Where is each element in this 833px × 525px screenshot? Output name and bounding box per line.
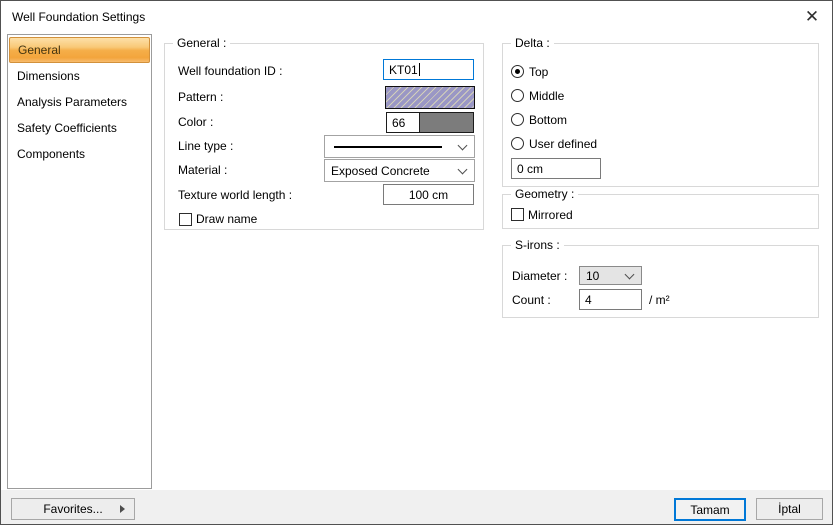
material-dropdown[interactable]: Exposed Concrete bbox=[324, 159, 475, 182]
geometry-group-legend: Geometry : bbox=[511, 187, 579, 201]
delta-bottom-label: Bottom bbox=[529, 113, 568, 127]
material-label: Material : bbox=[178, 163, 228, 177]
s-irons-group-legend: S-irons : bbox=[511, 238, 564, 252]
texture-world-length-label: Texture world length : bbox=[178, 188, 293, 202]
delta-top-radio[interactable] bbox=[511, 65, 524, 78]
delta-middle-label: Middle bbox=[529, 89, 565, 103]
geometry-group: Geometry : Mirrored bbox=[502, 187, 819, 229]
expand-right-icon bbox=[120, 505, 125, 513]
sidebar-item-label: Dimensions bbox=[17, 69, 80, 83]
count-value: 4 bbox=[585, 292, 592, 307]
well-foundation-id-label: Well foundation ID : bbox=[178, 64, 283, 78]
count-unit-label: / m² bbox=[649, 293, 670, 307]
sidebar-item-analysis-parameters[interactable]: Analysis Parameters bbox=[9, 89, 150, 115]
general-group: General : Well foundation ID : KT01 Patt… bbox=[164, 36, 484, 230]
mirrored-label: Mirrored bbox=[528, 208, 573, 222]
title-bar: Well Foundation Settings ✕ bbox=[1, 1, 832, 33]
dialog-title: Well Foundation Settings bbox=[12, 10, 146, 24]
sidebar-item-label: Components bbox=[17, 147, 86, 161]
color-swatch[interactable] bbox=[420, 113, 473, 132]
chevron-down-icon bbox=[624, 269, 635, 279]
diameter-dropdown[interactable]: 10 bbox=[579, 266, 642, 285]
count-label: Count : bbox=[512, 293, 551, 307]
line-type-label: Line type : bbox=[178, 139, 234, 153]
mirrored-checkbox[interactable] bbox=[511, 208, 524, 221]
well-foundation-id-value: KT01 bbox=[389, 62, 418, 77]
sidebar-item-general[interactable]: General bbox=[9, 37, 150, 63]
sidebar-item-label: Analysis Parameters bbox=[17, 95, 128, 109]
favorites-button-label: Favorites... bbox=[43, 502, 103, 516]
cancel-button[interactable]: İptal bbox=[756, 498, 823, 520]
texture-world-length-input[interactable]: 100 cm bbox=[383, 184, 474, 205]
category-sidebar: General Dimensions Analysis Parameters S… bbox=[7, 34, 152, 489]
draw-name-label: Draw name bbox=[196, 212, 258, 226]
sidebar-item-safety-coefficients[interactable]: Safety Coefficients bbox=[9, 115, 150, 141]
draw-name-checkbox[interactable] bbox=[179, 213, 192, 226]
close-icon[interactable]: ✕ bbox=[796, 3, 828, 31]
delta-middle-radio[interactable] bbox=[511, 89, 524, 102]
chevron-down-icon bbox=[457, 140, 468, 150]
delta-value: 0 cm bbox=[517, 161, 544, 176]
pattern-label: Pattern : bbox=[178, 90, 224, 104]
ok-button-label: Tamam bbox=[690, 502, 730, 517]
texture-world-length-value: 100 cm bbox=[408, 187, 449, 202]
sidebar-item-components[interactable]: Components bbox=[9, 141, 150, 167]
pattern-swatch[interactable] bbox=[385, 86, 475, 109]
footer-bar: Favorites... Tamam İptal bbox=[1, 490, 832, 524]
delta-group-legend: Delta : bbox=[511, 36, 554, 50]
diameter-value: 10 bbox=[586, 268, 600, 283]
delta-value-input[interactable]: 0 cm bbox=[511, 158, 601, 179]
s-irons-group: S-irons : Diameter : 10 Count : 4 / m² bbox=[502, 238, 819, 318]
sidebar-item-label: Safety Coefficients bbox=[17, 121, 117, 135]
well-foundation-id-input[interactable]: KT01 bbox=[383, 59, 474, 80]
delta-group: Delta : Top Middle Bottom User defined 0… bbox=[502, 36, 819, 187]
text-caret bbox=[418, 63, 420, 76]
color-number-value[interactable]: 66 bbox=[387, 113, 420, 132]
line-type-dropdown[interactable] bbox=[324, 135, 475, 158]
well-foundation-settings-dialog: Well Foundation Settings ✕ General Dimen… bbox=[0, 0, 833, 525]
material-value: Exposed Concrete bbox=[331, 163, 430, 178]
delta-user-defined-radio[interactable] bbox=[511, 137, 524, 150]
delta-top-label: Top bbox=[529, 65, 549, 79]
diameter-label: Diameter : bbox=[512, 269, 568, 283]
delta-bottom-radio[interactable] bbox=[511, 113, 524, 126]
favorites-button[interactable]: Favorites... bbox=[11, 498, 135, 520]
sidebar-item-label: General bbox=[18, 43, 61, 57]
sidebar-item-dimensions[interactable]: Dimensions bbox=[9, 63, 150, 89]
cancel-button-label: İptal bbox=[778, 502, 801, 516]
count-input[interactable]: 4 bbox=[579, 289, 642, 310]
color-label: Color : bbox=[178, 115, 214, 129]
solid-line-sample bbox=[334, 145, 442, 148]
chevron-down-icon bbox=[457, 164, 468, 174]
color-picker[interactable]: 66 bbox=[386, 112, 474, 133]
delta-user-defined-label: User defined bbox=[529, 137, 598, 151]
ok-button[interactable]: Tamam bbox=[674, 498, 746, 521]
general-group-legend: General : bbox=[173, 36, 231, 50]
